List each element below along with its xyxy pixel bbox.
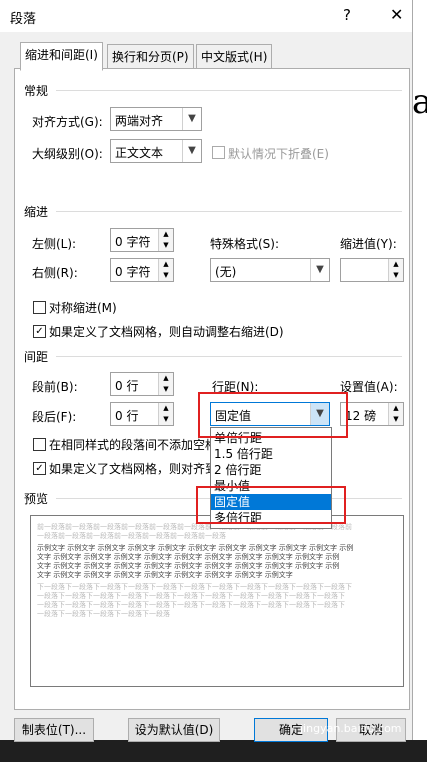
preview-box: 前一段落前一段落前一段落前一段落前一段落前一段落前一段落前一段落前一段落前一段落…	[30, 515, 404, 687]
set-default-button[interactable]: 设为默认值(D)	[128, 718, 220, 742]
grid-auto-indent-label: 如果定义了文档网格，则自动调整右缩进(D)	[49, 325, 284, 339]
preview-before-line: 一段落前一段落前一段落前一段落前一段落前一段落前一段落	[37, 532, 226, 540]
left-indent-label: 左侧(L):	[32, 237, 77, 251]
collapse-label: 默认情况下折叠(E)	[228, 147, 329, 161]
tab-line-page-breaks[interactable]: 换行和分页(P)	[107, 44, 194, 70]
preview-sample-line: 文字 示例文字 示例文字 示例文字 示例文字 示例文字 示例文字 示例文字 示例…	[37, 571, 293, 579]
chevron-down-icon: ▼	[182, 108, 201, 130]
space-before-spinner[interactable]: 0 行 ▲ ▼	[110, 372, 174, 396]
help-button[interactable]: ?	[343, 6, 351, 24]
preview-sample-line: 文字 示例文字 示例文字 示例文字 示例文字 示例文字 示例文字 示例文字 示例…	[37, 553, 340, 561]
section-general-heading: 常规	[24, 84, 49, 98]
special-indent-value: (无)	[215, 265, 237, 279]
section-spacing-heading: 间距	[24, 350, 49, 364]
right-indent-spinner[interactable]: 0 字符 ▲ ▼	[110, 258, 174, 282]
mirror-indents-checkbox[interactable]	[33, 301, 46, 314]
spin-down-icon[interactable]: ▼	[388, 414, 403, 425]
mirror-indents-label: 对称缩进(M)	[49, 301, 117, 315]
section-preview-heading: 预览	[24, 492, 49, 506]
snap-to-grid-checkbox[interactable]: ✓	[33, 462, 46, 475]
outline-level-label: 大纲级别(O):	[32, 147, 103, 161]
line-spacing-option-1-5[interactable]: 1.5 倍行距	[211, 446, 331, 462]
indent-by-label: 缩进值(Y):	[340, 237, 397, 251]
special-indent-label: 特殊格式(S):	[210, 237, 280, 251]
alignment-value: 两端对齐	[115, 114, 164, 128]
spin-down-icon[interactable]: ▼	[158, 384, 173, 395]
preview-after-line: 一段落下一段落下一段落下一段落下一段落	[37, 610, 170, 618]
spacing-at-value: 12 磅	[345, 409, 377, 423]
annotation-highlight-box	[198, 392, 348, 438]
spin-down-icon[interactable]: ▼	[158, 270, 173, 281]
outline-level-value: 正文文本	[115, 146, 164, 160]
tab-indents-spacing[interactable]: 缩进和间距(I)	[20, 42, 103, 71]
section-indentation-heading: 缩进	[24, 205, 49, 219]
chevron-down-icon: ▼	[310, 259, 329, 281]
preview-after-line: 下一段落下一段落下一段落下一段落下一段落下一段落下一段落下一段落下一段落下一段落…	[37, 583, 352, 591]
spin-down-icon[interactable]: ▼	[158, 240, 173, 251]
preview-after-line: 一段落下一段落下一段落下一段落下一段落下一段落下一段落下一段落下一段落下一段落下…	[37, 601, 345, 609]
no-space-same-style-label: 在相同样式的段落间不添加空格	[49, 438, 218, 452]
collapse-checkbox[interactable]	[212, 146, 225, 159]
taskbar-strip	[0, 740, 427, 762]
background-glyph: a	[412, 82, 427, 122]
space-after-value: 0 行	[115, 409, 139, 423]
right-indent-label: 右侧(R):	[32, 266, 78, 280]
spacing-at-spinner[interactable]: 12 磅 ▲ ▼	[340, 402, 404, 426]
close-button[interactable]: ✕	[390, 5, 403, 24]
special-indent-select[interactable]: (无) ▼	[210, 258, 330, 282]
space-before-value: 0 行	[115, 379, 139, 393]
no-space-same-style-checkbox[interactable]	[33, 438, 46, 451]
watermark-text: jingyan.baidu.com	[300, 722, 402, 735]
line-spacing-option-double[interactable]: 2 倍行距	[211, 462, 331, 478]
indent-by-spinner[interactable]: ▲ ▼	[340, 258, 404, 282]
alignment-label: 对齐方式(G):	[32, 115, 103, 129]
tabs-button[interactable]: 制表位(T)...	[14, 718, 94, 742]
dialog-title: 段落	[10, 12, 37, 27]
divider	[56, 211, 402, 212]
background-app-right-edge: a	[412, 0, 427, 762]
preview-sample-line: 文字 示例文字 示例文字 示例文字 示例文字 示例文字 示例文字 示例文字 示例…	[37, 562, 340, 570]
chevron-down-icon: ▼	[182, 140, 201, 162]
spin-down-icon[interactable]: ▼	[388, 270, 403, 281]
right-indent-value: 0 字符	[115, 265, 151, 279]
preview-after-line: 一段落下一段落下一段落下一段落下一段落下一段落下一段落下一段落下一段落下一段落下…	[37, 592, 345, 600]
space-after-label: 段后(F):	[32, 410, 77, 424]
left-indent-value: 0 字符	[115, 235, 151, 249]
tab-asian-typography[interactable]: 中文版式(H)	[196, 44, 273, 70]
divider	[56, 356, 402, 357]
annotation-highlight-box	[196, 486, 346, 524]
title-bar: 段落 ? ✕	[0, 0, 412, 32]
preview-sample-line: 示例文字 示例文字 示例文字 示例文字 示例文字 示例文字 示例文字 示例文字 …	[37, 544, 354, 552]
divider	[56, 90, 402, 91]
left-indent-spinner[interactable]: 0 字符 ▲ ▼	[110, 228, 174, 252]
alignment-select[interactable]: 两端对齐 ▼	[110, 107, 202, 131]
snap-to-grid-label: 如果定义了文档网格，则对齐到	[49, 462, 218, 476]
outline-level-select[interactable]: 正文文本 ▼	[110, 139, 202, 163]
spin-down-icon[interactable]: ▼	[158, 414, 173, 425]
spacing-at-label: 设置值(A):	[340, 380, 398, 394]
paragraph-dialog: 段落 ? ✕ 缩进和间距(I) 换行和分页(P) 中文版式(H) 常规 对齐方式…	[0, 0, 413, 742]
space-before-label: 段前(B):	[32, 380, 78, 394]
grid-auto-indent-checkbox[interactable]: ✓	[33, 325, 46, 338]
space-after-spinner[interactable]: 0 行 ▲ ▼	[110, 402, 174, 426]
